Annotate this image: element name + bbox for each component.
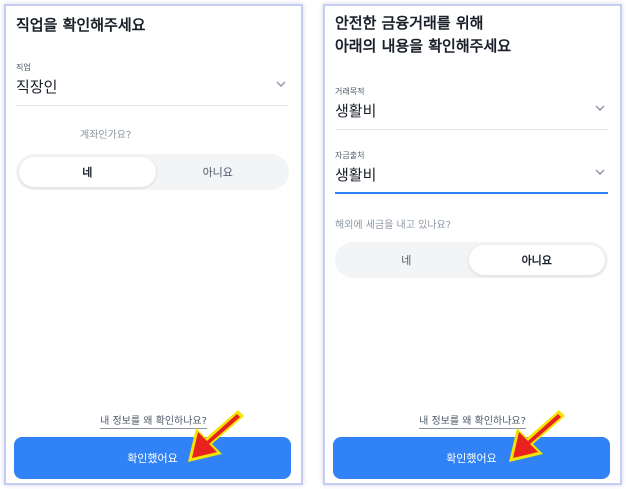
why-info-link[interactable]: 내 정보를 왜 확인하나요? bbox=[6, 412, 301, 429]
chevron-down-icon bbox=[595, 105, 605, 111]
fund-source-field[interactable]: 자금출처 생활비 bbox=[335, 150, 608, 194]
page-title-line2: 아래의 내용을 확인해주세요 bbox=[335, 37, 512, 55]
page-title-line1: 안전한 금융거래를 위해 bbox=[335, 14, 484, 32]
job-field[interactable]: 직업 직장인 bbox=[16, 62, 289, 106]
purpose-field[interactable]: 거래목적 생활비 bbox=[335, 86, 608, 130]
purpose-field-value: 생활비 bbox=[335, 102, 377, 120]
page-title: 직업을 확인해주세요 bbox=[16, 16, 146, 34]
fund-source-field-label: 자금출처 bbox=[335, 151, 365, 160]
confirm-button[interactable]: 확인했어요 bbox=[333, 437, 610, 479]
why-info-link[interactable]: 내 정보를 왜 확인하나요? bbox=[325, 412, 620, 429]
confirm-button-label: 확인했어요 bbox=[127, 452, 178, 465]
job-field-value: 직장인 bbox=[16, 78, 58, 96]
purpose-field-label: 거래목적 bbox=[335, 87, 365, 96]
why-info-link-text: 내 정보를 왜 확인하나요? bbox=[100, 416, 207, 429]
yes-option[interactable]: 네 bbox=[338, 245, 475, 275]
chevron-down-icon bbox=[276, 81, 286, 87]
job-confirm-screen: 직업을 확인해주세요 직업 직장인 계좌인가요? 네 아니요 내 정보를 왜 확… bbox=[4, 4, 303, 485]
no-option[interactable]: 아니요 bbox=[150, 157, 287, 187]
confirm-button[interactable]: 확인했어요 bbox=[14, 437, 291, 479]
tax-segmented-control: 네 아니요 bbox=[335, 242, 608, 278]
account-question: 계좌인가요? bbox=[80, 130, 132, 141]
confirm-button-label: 확인했어요 bbox=[446, 452, 497, 465]
account-segmented-control: 네 아니요 bbox=[16, 154, 289, 190]
yes-option[interactable]: 네 bbox=[19, 157, 156, 187]
chevron-down-icon bbox=[595, 169, 605, 175]
no-option[interactable]: 아니요 bbox=[468, 245, 605, 275]
transaction-confirm-screen: 안전한 금융거래를 위해 아래의 내용을 확인해주세요 거래목적 생활비 자금출… bbox=[323, 4, 622, 485]
job-field-label: 직업 bbox=[16, 63, 31, 72]
tax-question: 해외에 세금을 내고 있나요? bbox=[335, 220, 452, 231]
fund-source-field-value: 생활비 bbox=[335, 166, 377, 184]
why-info-link-text: 내 정보를 왜 확인하나요? bbox=[419, 416, 526, 429]
